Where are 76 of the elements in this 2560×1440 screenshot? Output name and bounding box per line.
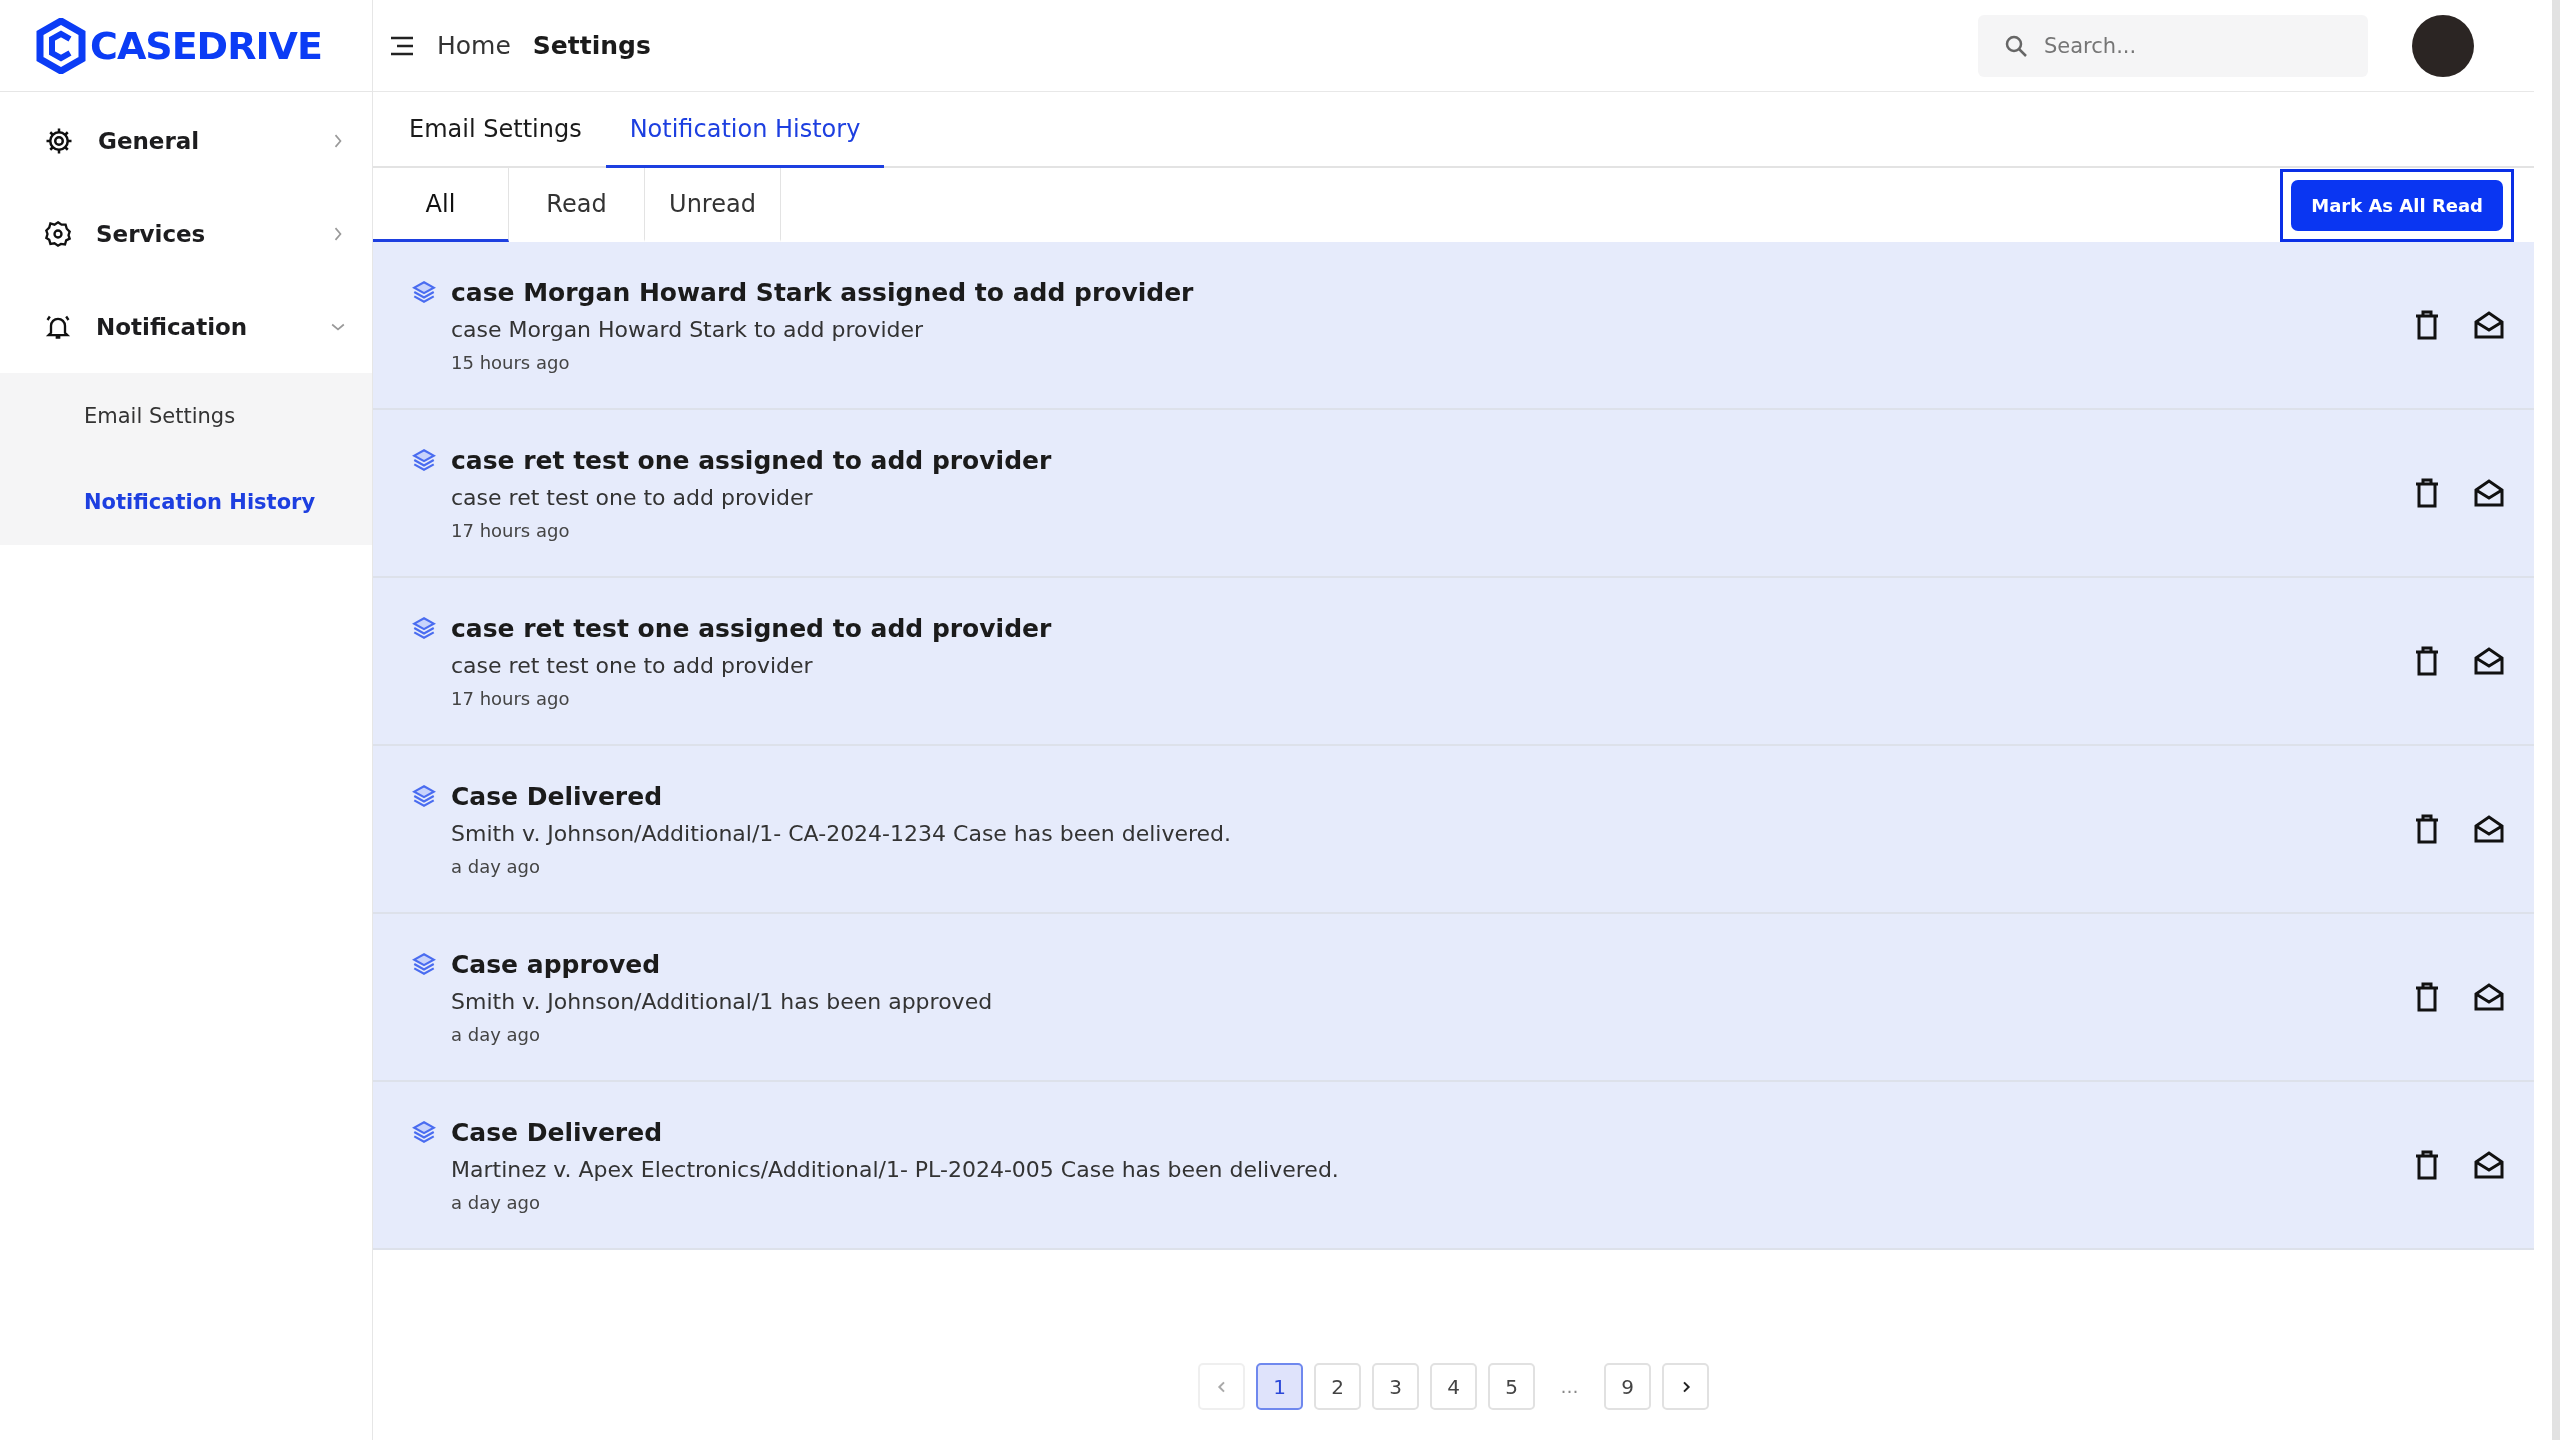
trash-icon [2414,1150,2440,1180]
sidebar-item[interactable]: General [0,94,372,187]
notification-message: Smith v. Johnson/Additional/1- CA-2024-1234 Case has been delivered. [451,820,1233,846]
tab[interactable]: Email Settings [385,92,606,168]
search-field[interactable]: Search... [1978,14,2368,77]
page-button[interactable]: 4 [1430,1363,1477,1410]
sidebar-subitem[interactable]: Email Settings [84,404,236,428]
layers-icon [411,783,437,809]
mark-all-read-button[interactable]: Mark As All Read [2291,179,2503,231]
notification-title: Case Delivered [451,781,663,811]
layers-icon [411,615,437,641]
delete-button[interactable] [2414,646,2440,676]
trash-icon [2414,982,2440,1012]
notification-time: a day ago [451,1191,542,1213]
envelope-open-icon [2474,479,2504,507]
page-button[interactable]: 5 [1488,1363,1535,1410]
mark-read-button[interactable] [2474,647,2504,675]
trash-icon [2414,310,2440,340]
notification-item[interactable]: Case approved Smith v. Johnson/Additional/1 has been approved a day ago [373,914,2534,1082]
envelope-open-icon [2474,1151,2504,1179]
envelope-open-icon [2474,311,2504,339]
delete-button[interactable] [2414,982,2440,1012]
notification-item[interactable]: case Morgan Howard Stark assigned to add provider case Morgan Howard Stark to add provider 15 hours ago [373,242,2534,410]
notification-time: a day ago [451,1023,542,1045]
logo-text: CASEDRIVE [90,23,322,68]
layers-icon [411,1119,437,1145]
sidebar-item[interactable]: Services [0,187,372,280]
notification-message: Smith v. Johnson/Additional/1 has been approved [451,988,994,1014]
tab[interactable]: Notification History [605,92,885,168]
delete-button[interactable] [2414,814,2440,844]
notification-item[interactable]: case ret test one assigned to add provider case ret test one to add provider 17 hours ago [373,410,2534,578]
envelope-open-icon [2474,815,2504,843]
breadcrumb-item: Settings [532,31,651,60]
notification-title: case ret test one assigned to add provider [451,445,1052,475]
layers-icon [411,951,437,977]
mark-read-button[interactable] [2474,1151,2504,1179]
notification-title: Case approved [451,949,661,979]
notification-title: case ret test one assigned to add provider [451,613,1052,643]
notification-time: 15 hours ago [451,351,571,373]
layers-icon [411,447,437,473]
envelope-open-icon [2474,983,2504,1011]
notification-item[interactable]: Case Delivered Martinez v. Apex Electronics/Additional/1- PL-2024-005 Case has been delivered. a day ago [373,1082,2534,1250]
trash-icon [2414,478,2440,508]
delete-button[interactable] [2414,1150,2440,1180]
notification-message: case ret test one to add provider [451,484,814,510]
notification-message: case Morgan Howard Stark to add provider [451,316,925,342]
page-ellipsis: … [1559,1375,1580,1399]
notification-title: Case Delivered [451,1117,663,1147]
menu-icon[interactable] [389,34,415,57]
notification-title: case Morgan Howard Stark assigned to add provider [451,277,1194,307]
page-button[interactable]: 9 [1604,1363,1651,1410]
layers-icon [411,279,437,305]
notification-item[interactable]: case ret test one assigned to add provider case ret test one to add provider 17 hours ago [373,578,2534,746]
mark-read-button[interactable] [2474,311,2504,339]
breadcrumb-item[interactable]: Home [437,31,511,60]
page-button[interactable]: 1 [1256,1363,1303,1410]
notification-message: Martinez v. Apex Electronics/Additional/1- PL-2024-005 Case has been delivered. [451,1156,1340,1182]
settings-icon [44,219,72,248]
trash-icon [2414,814,2440,844]
mark-read-button[interactable] [2474,815,2504,843]
logo-icon [36,17,86,74]
delete-button[interactable] [2414,310,2440,340]
notification-time: 17 hours ago [451,687,571,709]
notification-item[interactable]: Case Delivered Smith v. Johnson/Additional/1- CA-2024-1234 Case has been delivered. a day ago [373,746,2534,914]
trash-icon [2414,646,2440,676]
sidebar-subitem[interactable]: Notification History [84,490,316,514]
mark-read-button[interactable] [2474,983,2504,1011]
envelope-open-icon [2474,647,2504,675]
page-button[interactable]: 3 [1372,1363,1419,1410]
sidebar-item[interactable]: Notification [0,280,372,373]
delete-button[interactable] [2414,478,2440,508]
page-button[interactable]: 2 [1314,1363,1361,1410]
notification-message: case ret test one to add provider [451,652,814,678]
notification-time: a day ago [451,855,542,877]
notification-time: 17 hours ago [451,519,571,541]
mark-read-button[interactable] [2474,479,2504,507]
